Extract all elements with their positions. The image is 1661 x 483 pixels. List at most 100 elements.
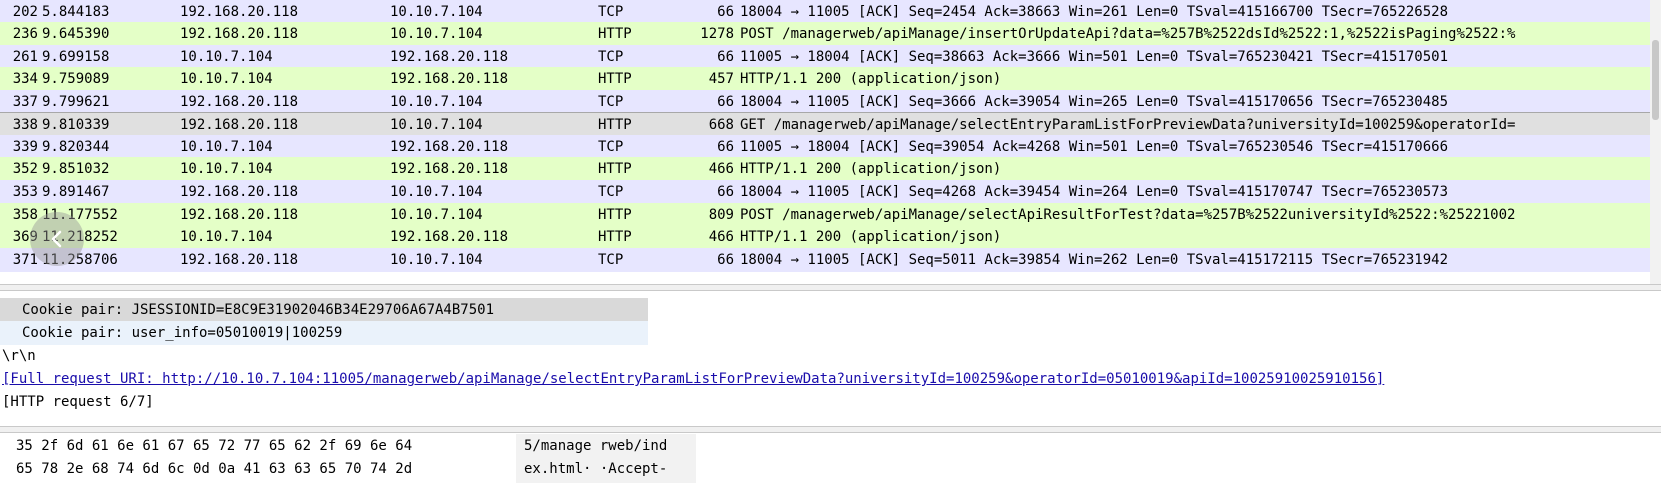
packet-info: 18004 → 11005 [ACK] Seq=5011 Ack=39854 W… — [740, 252, 1449, 268]
detail-line[interactable]: [Full request URI: http://10.10.7.104:11… — [0, 367, 1661, 391]
packet-number: 358 — [12, 207, 38, 223]
packet-info: HTTP/1.1 200 (application/json) — [740, 71, 1002, 87]
detail-line[interactable]: Cookie pair: JSESSIONID=E8C9E31902046B34… — [0, 298, 1661, 322]
packet-length: 66 — [717, 184, 734, 200]
packet-row[interactable]: 339 9.820344 10.10.7.104 192.168.20.118 … — [0, 135, 1661, 159]
packet-source: 10.10.7.104 — [180, 71, 273, 87]
packet-length: 809 — [708, 207, 734, 223]
packet-source: 10.10.7.104 — [180, 161, 273, 177]
packet-source: 10.10.7.104 — [180, 139, 273, 155]
packet-source: 10.10.7.104 — [180, 229, 273, 245]
packet-number: 338 — [12, 117, 38, 133]
detail-line[interactable]: Cookie pair: user_info=05010019|100259 — [0, 321, 1661, 345]
packet-length: 66 — [717, 252, 734, 268]
packet-row[interactable]: 236 9.645390 192.168.20.118 10.10.7.104 … — [0, 22, 1661, 46]
detail-line[interactable]: \r\n — [0, 344, 1661, 368]
packet-destination: 192.168.20.118 — [390, 49, 509, 65]
packet-protocol: TCP — [598, 139, 624, 155]
packet-time: 5.844183 — [42, 4, 110, 20]
packet-info: 11005 → 18004 [ACK] Seq=39054 Ack=4268 W… — [740, 139, 1449, 155]
scrollbar-thumb[interactable] — [1652, 40, 1659, 120]
detail-line[interactable]: [HTTP request 6/7] — [0, 390, 1661, 414]
packet-time: 9.799621 — [42, 94, 110, 110]
packet-row[interactable]: 352 9.851032 10.10.7.104 192.168.20.118 … — [0, 157, 1661, 181]
hex-ascii: ex.html· ·Accept- — [524, 461, 668, 477]
packet-row[interactable]: 202 5.844183 192.168.20.118 10.10.7.104 … — [0, 0, 1661, 24]
packet-length: 466 — [708, 229, 734, 245]
packet-destination: 192.168.20.118 — [390, 229, 509, 245]
packet-protocol: TCP — [598, 4, 624, 20]
packet-source: 192.168.20.118 — [180, 94, 299, 110]
packet-list: 202 5.844183 192.168.20.118 10.10.7.104 … — [0, 0, 1661, 290]
packet-info: 18004 → 11005 [ACK] Seq=3666 Ack=39054 W… — [740, 94, 1449, 110]
packet-protocol: HTTP — [598, 26, 632, 42]
pane-splitter[interactable] — [0, 284, 1661, 291]
hex-bytes: 65 78 2e 68 74 6d 6c 0d 0a 41 63 63 65 7… — [16, 461, 413, 477]
packet-destination: 10.10.7.104 — [390, 94, 483, 110]
packet-source: 10.10.7.104 — [180, 49, 273, 65]
packet-destination: 192.168.20.118 — [390, 161, 509, 177]
packet-length: 66 — [717, 49, 734, 65]
packet-time: 9.810339 — [42, 117, 110, 133]
packet-destination: 192.168.20.118 — [390, 71, 509, 87]
packet-info: GET /managerweb/apiManage/selectEntryPar… — [740, 117, 1516, 133]
packet-list-scrollbar[interactable] — [1650, 0, 1661, 290]
hex-dump-pane: 35 2f 6d 61 6e 61 67 65 72 77 65 62 2f 6… — [0, 434, 1661, 483]
packet-info: POST /managerweb/apiManage/insertOrUpdat… — [740, 26, 1516, 42]
packet-length: 1278 — [700, 26, 734, 42]
pane-splitter[interactable] — [0, 426, 1661, 433]
packet-destination: 10.10.7.104 — [390, 207, 483, 223]
packet-info: 18004 → 11005 [ACK] Seq=2454 Ack=38663 W… — [740, 4, 1449, 20]
packet-protocol: TCP — [598, 252, 624, 268]
packet-row[interactable]: 337 9.799621 192.168.20.118 10.10.7.104 … — [0, 90, 1661, 114]
packet-length: 457 — [708, 71, 734, 87]
packet-length: 668 — [708, 117, 734, 133]
packet-length: 66 — [717, 4, 734, 20]
crlf-line: \r\n — [2, 348, 36, 364]
cookie-pair-jsessionid: Cookie pair: JSESSIONID=E8C9E31902046B34… — [22, 302, 495, 318]
packet-protocol: HTTP — [598, 71, 632, 87]
cookie-pair-user-info: Cookie pair: user_info=05010019|100259 — [22, 325, 343, 341]
packet-time: 9.759089 — [42, 71, 110, 87]
packet-info: POST /managerweb/apiManage/selectApiResu… — [740, 207, 1516, 223]
packet-row[interactable]: 261 9.699158 10.10.7.104 192.168.20.118 … — [0, 45, 1661, 69]
packet-number: 334 — [12, 71, 38, 87]
packet-time: 9.891467 — [42, 184, 110, 200]
packet-number: 337 — [12, 94, 38, 110]
packet-length: 466 — [708, 161, 734, 177]
packet-row-selected[interactable]: 338 9.810339 192.168.20.118 10.10.7.104 … — [0, 112, 1661, 136]
packet-length: 66 — [717, 139, 734, 155]
packet-source: 192.168.20.118 — [180, 4, 299, 20]
packet-row[interactable]: 369 11.218252 10.10.7.104 192.168.20.118… — [0, 225, 1661, 249]
packet-source: 192.168.20.118 — [180, 252, 299, 268]
packet-protocol: TCP — [598, 94, 624, 110]
packet-row[interactable]: 371 11.258706 192.168.20.118 10.10.7.104… — [0, 248, 1661, 272]
packet-time: 9.820344 — [42, 139, 110, 155]
packet-time: 9.851032 — [42, 161, 110, 177]
packet-destination: 10.10.7.104 — [390, 4, 483, 20]
packet-info: 11005 → 18004 [ACK] Seq=38663 Ack=3666 W… — [740, 49, 1449, 65]
packet-time: 9.699158 — [42, 49, 110, 65]
packet-row[interactable]: 334 9.759089 10.10.7.104 192.168.20.118 … — [0, 67, 1661, 91]
packet-number: 352 — [12, 161, 38, 177]
full-request-uri-link[interactable]: [Full request URI: http://10.10.7.104:11… — [2, 367, 1384, 391]
packet-destination: 10.10.7.104 — [390, 252, 483, 268]
back-button[interactable] — [30, 212, 84, 266]
packet-time: 9.645390 — [42, 26, 110, 42]
packet-info: 18004 → 11005 [ACK] Seq=4268 Ack=39454 W… — [740, 184, 1449, 200]
packet-destination: 10.10.7.104 — [390, 184, 483, 200]
packet-number: 353 — [12, 184, 38, 200]
packet-row[interactable]: 358 11.177552 192.168.20.118 10.10.7.104… — [0, 203, 1661, 227]
http-request-number: [HTTP request 6/7] — [2, 394, 154, 410]
hex-line[interactable]: 65 78 2e 68 74 6d 6c 0d 0a 41 63 63 65 7… — [0, 457, 1661, 481]
packet-protocol: HTTP — [598, 229, 632, 245]
packet-row[interactable]: 353 9.891467 192.168.20.118 10.10.7.104 … — [0, 180, 1661, 204]
packet-number: 236 — [12, 26, 38, 42]
hex-line[interactable]: 35 2f 6d 61 6e 61 67 65 72 77 65 62 2f 6… — [0, 434, 1661, 458]
hex-ascii: 5/manage rweb/ind — [524, 438, 668, 454]
packet-number: 339 — [12, 139, 38, 155]
packet-protocol: TCP — [598, 184, 624, 200]
packet-info: HTTP/1.1 200 (application/json) — [740, 161, 1002, 177]
packet-source: 192.168.20.118 — [180, 117, 299, 133]
packet-details-pane: Cookie pair: JSESSIONID=E8C9E31902046B34… — [0, 298, 1661, 426]
